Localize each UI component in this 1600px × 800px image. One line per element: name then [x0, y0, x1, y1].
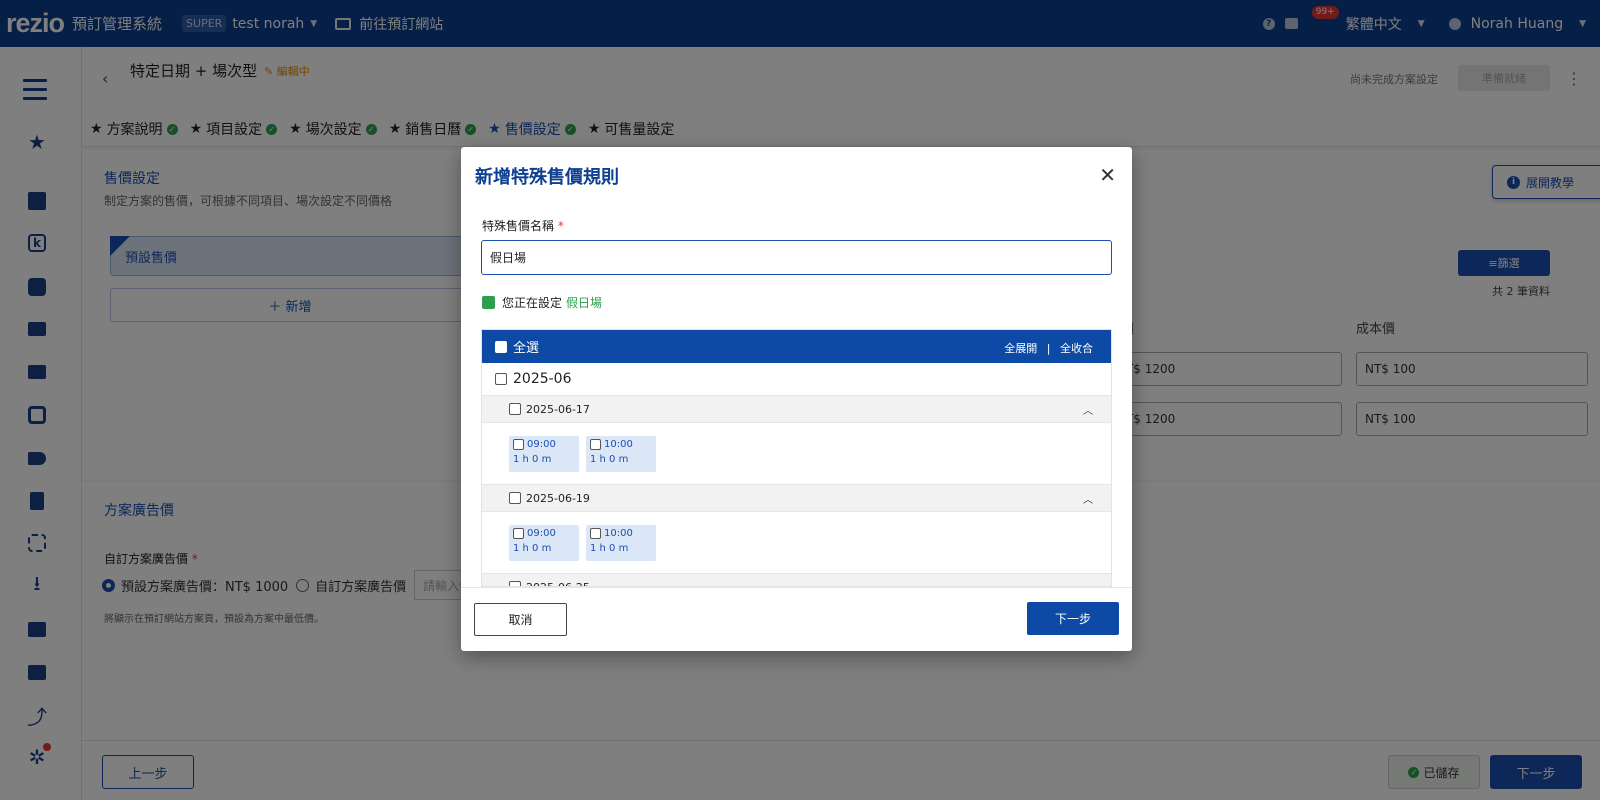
next-button[interactable]: 下一步: [1027, 602, 1119, 635]
date-group[interactable]: 2025-06-17 ︿: [482, 396, 1111, 423]
slot-list: 09:00 1 h 0 m 10:00 1 h 0 m: [482, 512, 1111, 574]
modal-title: 新增特殊售價規則: [475, 167, 619, 188]
session-slot[interactable]: 10:00 1 h 0 m: [586, 436, 656, 472]
slot-checkbox[interactable]: [590, 528, 601, 539]
modal-footer: 取消 下一步: [461, 587, 1132, 651]
slot-checkbox[interactable]: [513, 439, 524, 450]
expand-all-link[interactable]: 全展開: [1004, 342, 1037, 355]
chevron-up-icon[interactable]: ︿: [1083, 402, 1093, 417]
slot-list: 09:00 1 h 0 m 10:00 1 h 0 m: [482, 423, 1111, 485]
close-icon[interactable]: ✕: [1099, 165, 1116, 185]
session-select-list: 全選 全展開 | 全收合 2025-06 2025-06-17 ︿ 09:00 …: [481, 329, 1112, 587]
special-price-modal: 新增特殊售價規則 ✕ 特殊售價名稱 * 假日場 您正在設定 假日場 全選 全展開…: [461, 147, 1132, 651]
color-swatch[interactable]: [482, 296, 495, 309]
cancel-button[interactable]: 取消: [474, 603, 567, 636]
special-price-name-label: 特殊售價名稱 *: [482, 219, 564, 233]
date-group[interactable]: 2025-06-19 ︿: [482, 485, 1111, 512]
chevron-up-icon[interactable]: ︿: [1083, 491, 1093, 506]
month-group: 2025-06: [482, 363, 1111, 396]
date-checkbox[interactable]: [509, 403, 521, 415]
session-slot[interactable]: 10:00 1 h 0 m: [586, 525, 656, 561]
setting-indicator: 您正在設定 假日場: [482, 294, 602, 311]
special-price-name-input[interactable]: 假日場: [481, 240, 1112, 275]
date-checkbox[interactable]: [509, 492, 521, 504]
slot-checkbox[interactable]: [590, 439, 601, 450]
list-header: 全選 全展開 | 全收合: [482, 330, 1111, 363]
month-checkbox[interactable]: [495, 373, 507, 385]
select-all-label: 全選: [513, 341, 540, 356]
slot-checkbox[interactable]: [513, 528, 524, 539]
session-slot[interactable]: 09:00 1 h 0 m: [509, 436, 579, 472]
session-slot[interactable]: 09:00 1 h 0 m: [509, 525, 579, 561]
date-group[interactable]: 2025-06-25 ︿: [482, 574, 1111, 586]
chevron-up-icon[interactable]: ︿: [1083, 580, 1093, 586]
select-all-checkbox[interactable]: [495, 340, 507, 353]
collapse-all-link[interactable]: 全收合: [1060, 342, 1093, 355]
